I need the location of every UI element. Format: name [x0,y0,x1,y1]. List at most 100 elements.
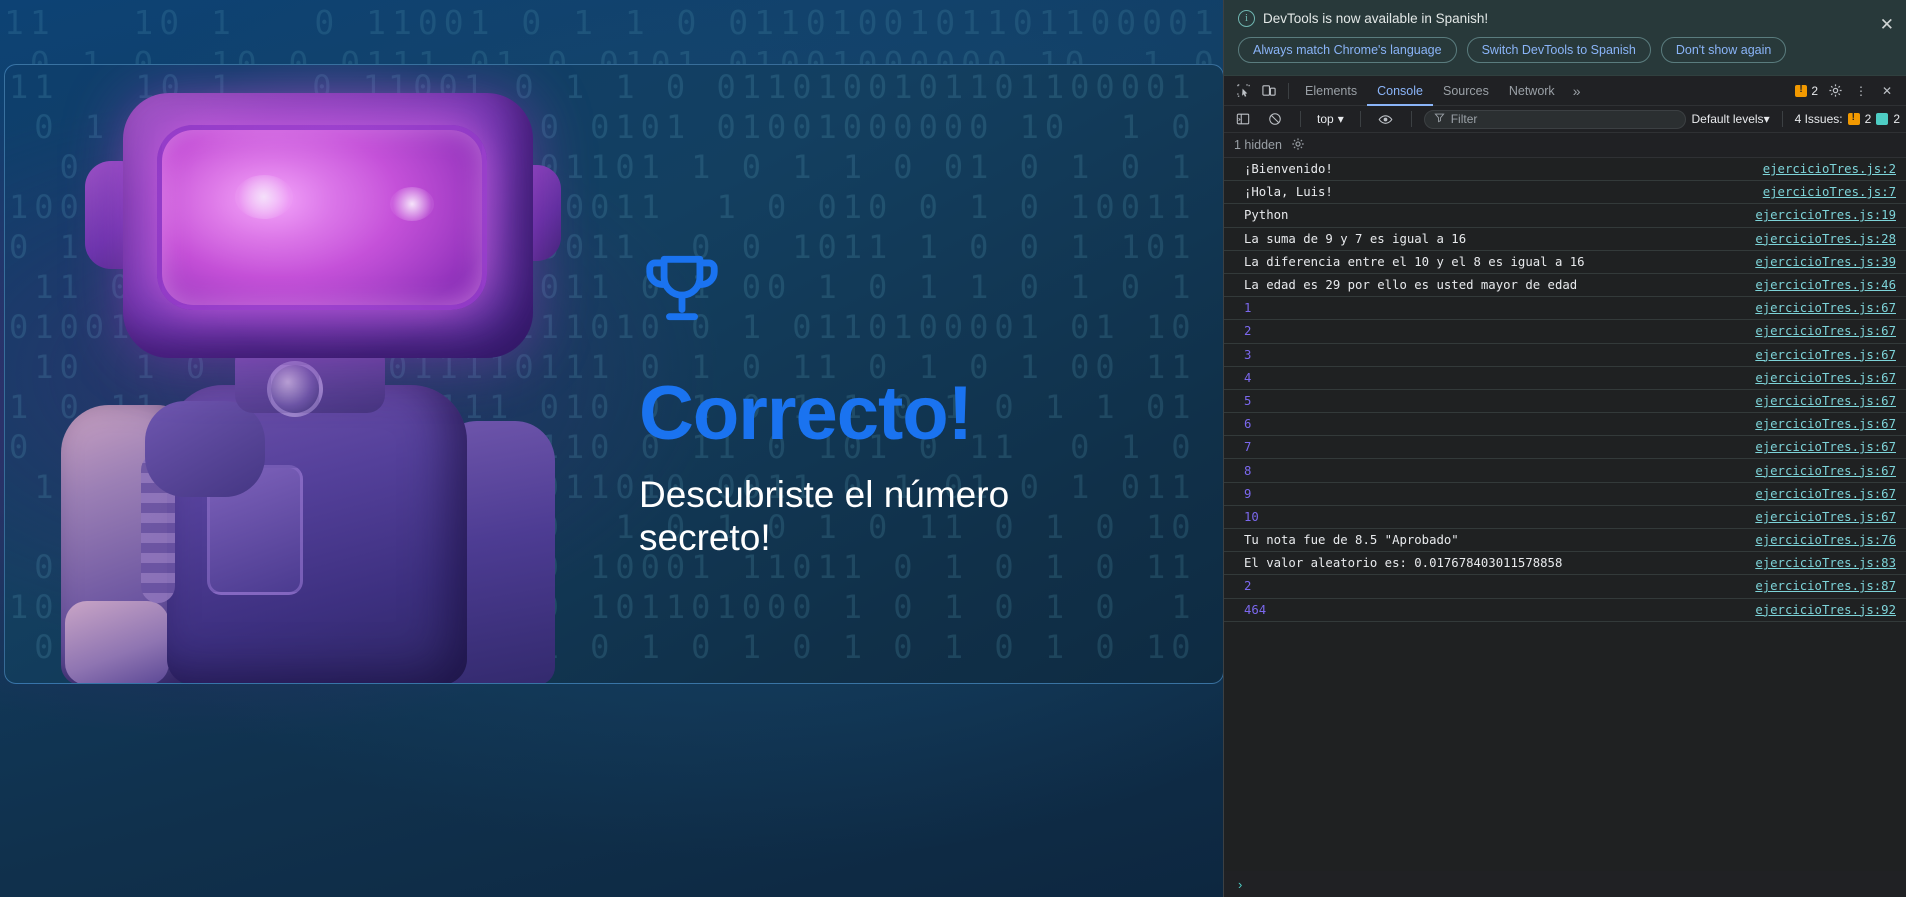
console-message-text: 9 [1244,486,1252,501]
console-message-text: 1 [1244,301,1252,316]
console-toolbar-divider-1 [1300,111,1301,127]
console-message-text: La suma de 9 y 7 es igual a 16 [1244,231,1467,246]
console-message-list[interactable]: ¡Bienvenido! ejercicioTres.js:2 ¡Hola, Lui… [1224,158,1906,871]
console-message-row[interactable]: 6 ejercicioTres.js:67 [1224,413,1906,437]
console-message-text: La edad es 29 por ello es usted mayor de… [1244,278,1578,293]
tab-elements[interactable]: Elements [1295,76,1367,106]
console-message-row[interactable]: 1 ejercicioTres.js:67 [1224,297,1906,321]
clear-console-icon[interactable] [1262,106,1288,132]
console-message-row[interactable]: La suma de 9 y 7 es igual a 16 ejercicioT… [1224,228,1906,251]
switch-to-spanish-button[interactable]: Switch DevTools to Spanish [1466,37,1651,63]
console-message-row[interactable]: 7 ejercicioTres.js:67 [1224,436,1906,460]
trophy-icon [639,245,1059,336]
log-levels-label: Default levels [1691,112,1764,126]
screen: 11 10 1 0 11001 0 1 1 0 0110100101101100… [0,0,1906,897]
console-message-source-link[interactable]: ejercicioTres.js:67 [1755,324,1896,338]
robot-shoulder [145,401,265,497]
devtools-menu-icon[interactable]: ⋮ [1848,78,1874,104]
console-message-row[interactable]: La diferencia entre el 10 y el 8 es igua… [1224,251,1906,274]
warning-icon [1795,84,1808,97]
console-message-row[interactable]: 10 ejercicioTres.js:67 [1224,506,1906,529]
console-message-text: 464 [1244,602,1267,617]
console-toolbar-divider-3 [1410,111,1412,127]
close-banner-icon[interactable]: ✕ [1876,14,1898,35]
console-message-text: 8 [1244,463,1252,478]
console-message-source-link[interactable]: ejercicioTres.js:67 [1755,440,1896,454]
console-message-source-link[interactable]: ejercicioTres.js:67 [1755,417,1896,431]
gear-icon[interactable] [1822,78,1848,104]
console-message-source-link[interactable]: ejercicioTres.js:19 [1755,208,1896,222]
log-levels-dropdown[interactable]: Default levels▾ [1692,112,1770,126]
tab-console[interactable]: Console [1367,76,1433,106]
chevron-down-icon: ▾ [1337,112,1344,126]
console-message-source-link[interactable]: ejercicioTres.js:87 [1755,579,1896,593]
console-toolbar: top ▾ Filter Default levels▾ 4 Issues: !… [1224,106,1906,133]
console-message-row[interactable]: Python ejercicioTres.js:19 [1224,204,1906,228]
execution-context-label: top [1317,112,1334,126]
console-message-text: ¡Hola, Luis! [1244,185,1333,200]
console-message-row[interactable]: 464 ejercicioTres.js:92 [1224,599,1906,622]
console-message-source-link[interactable]: ejercicioTres.js:67 [1755,348,1896,362]
devtools-panel: i DevTools is now available in Spanish! … [1223,0,1906,897]
console-message-source-link[interactable]: ejercicioTres.js:7 [1763,185,1896,199]
console-message-source-link[interactable]: ejercicioTres.js:67 [1755,371,1896,385]
console-message-row[interactable]: Tu nota fue de 8.5 "Aprobado" ejercicioTr… [1224,529,1906,553]
console-message-source-link[interactable]: ejercicioTres.js:2 [1763,162,1896,176]
execution-context-selector[interactable]: top ▾ [1313,112,1348,126]
console-prompt[interactable]: › [1224,871,1906,897]
filter-input[interactable]: Filter [1423,109,1686,129]
console-message-text: Python [1244,208,1289,223]
robot-astronaut-illustration [45,65,665,683]
console-message-row[interactable]: 4 ejercicioTres.js:67 [1224,367,1906,390]
console-message-text: ¡Bienvenido! [1244,162,1333,177]
robot-left-hand [65,601,169,683]
console-message-source-link[interactable]: ejercicioTres.js:67 [1755,464,1896,478]
page-title: Correcto! [639,371,973,456]
console-message-row[interactable]: 8 ejercicioTres.js:67 [1224,459,1906,483]
console-message-row[interactable]: 5 ejercicioTres.js:67 [1224,390,1906,414]
issues-warning-count: 2 [1864,112,1872,126]
more-tabs-icon[interactable]: » [1565,83,1589,99]
always-match-language-button[interactable]: Always match Chrome's language [1238,37,1457,63]
tab-sources[interactable]: Sources [1433,76,1499,106]
console-message-row[interactable]: La edad es 29 por ello es usted mayor de… [1224,274,1906,298]
tab-network[interactable]: Network [1499,76,1565,106]
issues-badge[interactable]: 4 Issues: 2 2 [1795,112,1900,126]
issues-warning-icon [1847,112,1860,125]
console-message-row[interactable]: 2 ejercicioTres.js:87 [1224,575,1906,599]
close-devtools-icon[interactable]: ✕ [1874,78,1900,104]
console-message-row[interactable]: 2 ejercicioTres.js:67 [1224,320,1906,344]
console-message-row[interactable]: ¡Bienvenido! ejercicioTres.js:2 [1224,158,1906,182]
dont-show-again-button[interactable]: Don't show again [1660,37,1787,63]
console-message-row[interactable]: El valor aleatorio es: 0.017678403011578… [1224,552,1906,576]
console-message-source-link[interactable]: ejercicioTres.js:67 [1755,301,1896,315]
robot-knob [267,361,323,417]
console-message-text: 10 [1244,509,1259,524]
device-toolbar-icon[interactable] [1256,78,1282,104]
inspect-element-icon[interactable] [1230,78,1256,104]
filter-funnel-icon [1434,112,1445,126]
console-message-row[interactable]: 9 ejercicioTres.js:67 [1224,483,1906,506]
console-message-source-link[interactable]: ejercicioTres.js:39 [1755,255,1896,269]
console-message-source-link[interactable]: ejercicioTres.js:76 [1755,533,1896,547]
visor-highlight-left [235,175,293,219]
hidden-messages-row[interactable]: 1 hidden [1224,133,1906,158]
console-message-row[interactable]: 3 ejercicioTres.js:67 [1224,344,1906,367]
console-sidebar-icon[interactable] [1230,106,1256,132]
console-message-text: 3 [1244,347,1252,362]
console-message-text: 4 [1244,370,1252,385]
console-message-row[interactable]: ¡Hola, Luis! ejercicioTres.js:7 [1224,181,1906,205]
console-message-source-link[interactable]: ejercicioTres.js:67 [1755,394,1896,408]
console-settings-gear-icon[interactable] [1291,137,1305,154]
console-message-text: La diferencia entre el 10 y el 8 es igua… [1244,254,1585,269]
console-message-text: 2 [1244,324,1252,339]
console-message-source-link[interactable]: ejercicioTres.js:83 [1755,556,1896,570]
console-message-source-link[interactable]: ejercicioTres.js:92 [1755,603,1896,617]
live-expression-icon[interactable] [1373,106,1399,132]
console-message-source-link[interactable]: ejercicioTres.js:28 [1755,232,1896,246]
warning-count-badge[interactable]: 2 [1795,84,1818,98]
console-message-source-link[interactable]: ejercicioTres.js:67 [1755,487,1896,501]
console-message-source-link[interactable]: ejercicioTres.js:46 [1755,278,1896,292]
filter-placeholder: Filter [1450,112,1478,126]
console-message-source-link[interactable]: ejercicioTres.js:67 [1755,510,1896,524]
